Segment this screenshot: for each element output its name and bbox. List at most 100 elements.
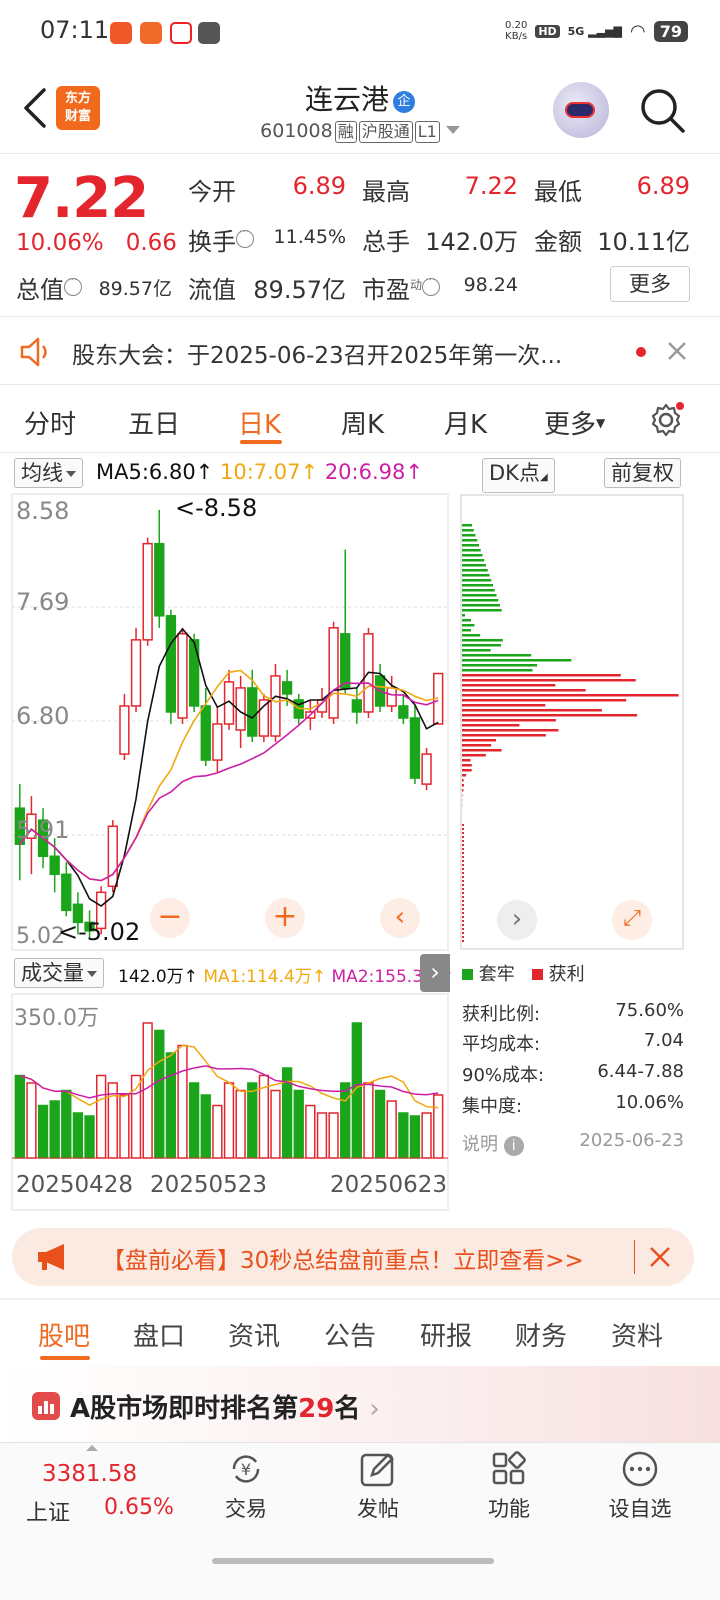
battery-icon: 79 — [653, 20, 688, 42]
chip-bar — [462, 584, 493, 587]
index-change[interactable]: 0.65% — [104, 1495, 174, 1520]
chip-bar — [462, 674, 621, 677]
ma-select[interactable]: 均线 — [14, 458, 83, 488]
scroll-right-button[interactable]: › — [497, 900, 537, 940]
tab-news[interactable]: 资讯 — [228, 1316, 280, 1353]
zoom-in-button[interactable]: + — [265, 898, 305, 938]
zoom-out-button[interactable]: − — [150, 898, 190, 938]
notice-bar[interactable]: 股东大会：于2025-06-23召开2025年第一次... — [0, 318, 720, 384]
expand-panel-icon[interactable]: › — [420, 954, 450, 992]
robot-assistant-icon[interactable] — [553, 82, 609, 138]
volume-select[interactable]: 成交量 — [14, 958, 104, 988]
yuan-cycle-icon[interactable]: ¥ — [226, 1449, 266, 1489]
more-dots-icon[interactable] — [620, 1449, 660, 1489]
candle-body — [421, 753, 432, 785]
info-icon[interactable] — [64, 273, 82, 296]
expand-up-icon[interactable] — [86, 1445, 98, 1451]
close-icon[interactable] — [666, 340, 688, 362]
chip-bar — [462, 579, 492, 582]
active-tab-indicator — [40, 1356, 90, 1360]
tab-monthly-k[interactable]: 月K — [444, 404, 487, 441]
message-notification-icon — [198, 22, 220, 44]
volume-bar — [409, 1115, 421, 1159]
chip-bar — [462, 789, 464, 792]
tab-five-day[interactable]: 五日 — [128, 404, 180, 441]
edit-icon[interactable] — [358, 1449, 398, 1489]
dk-point-button[interactable]: DK点◢ — [482, 458, 555, 493]
chip-bar — [462, 868, 464, 870]
chip-bar — [462, 639, 503, 642]
note-button[interactable]: 说明 i — [462, 1134, 524, 1156]
volume-bar — [316, 1112, 328, 1159]
volume-bar — [188, 1082, 200, 1159]
volume-bar — [72, 1112, 84, 1159]
chip-bar — [462, 684, 556, 687]
volume-bar — [61, 1089, 72, 1159]
volume-bar — [363, 1082, 374, 1159]
candle-body — [49, 855, 60, 876]
banner-text: 【盘前必看】30秒总结盘前重点！立即查看>> — [102, 1248, 584, 1274]
tab-weekly-k[interactable]: 周K — [341, 404, 384, 441]
tab-finance[interactable]: 财务 — [515, 1316, 567, 1353]
ranking-bar[interactable]: A股市场即时排名第29名 › — [0, 1366, 720, 1442]
chip-bar — [462, 609, 502, 612]
megaphone-icon — [38, 1244, 64, 1270]
index-name[interactable]: 上证 — [26, 1495, 70, 1527]
volume-bar — [37, 1104, 49, 1159]
volume-bar — [49, 1100, 60, 1159]
tab-profile[interactable]: 资料 — [611, 1316, 663, 1353]
candle-body — [130, 639, 142, 707]
change-percent: 10.06% — [16, 230, 104, 256]
candle-body — [409, 717, 421, 779]
tab-order-book[interactable]: 盘口 — [133, 1316, 185, 1353]
tab-more[interactable]: 更多▼ — [544, 404, 605, 441]
search-icon[interactable] — [638, 86, 686, 134]
stock-name: 连云港企 — [0, 78, 720, 118]
volume-bar — [177, 1044, 188, 1159]
concentration-row: 集中度: 10.06% — [462, 1092, 684, 1117]
nav-functions[interactable]: 功能 — [464, 1493, 554, 1523]
nav-post[interactable]: 发帖 — [333, 1493, 423, 1523]
chip-bar — [462, 569, 488, 572]
tab-intraday[interactable]: 分时 — [24, 404, 76, 441]
dropdown-icon[interactable] — [445, 126, 460, 134]
expand-icon[interactable]: ⤢ — [612, 900, 652, 940]
close-icon[interactable] — [648, 1245, 672, 1269]
gear-icon[interactable] — [648, 402, 684, 438]
chip-bar — [462, 936, 464, 938]
chip-bar — [462, 739, 496, 742]
chip-bar — [462, 888, 464, 890]
chip-bar — [462, 589, 495, 592]
volume-bar — [398, 1112, 409, 1159]
volume-bar — [235, 1089, 246, 1159]
index-value[interactable]: 3381.58 — [42, 1461, 137, 1487]
tab-announcements[interactable]: 公告 — [324, 1316, 376, 1353]
volume-bar — [374, 1089, 386, 1159]
more-quote-button[interactable]: 更多 — [610, 266, 690, 302]
info-icon[interactable] — [422, 273, 441, 296]
nav-add-watchlist[interactable]: 设自选 — [595, 1493, 685, 1523]
info-icon[interactable] — [236, 225, 254, 248]
y-label-3: 6.80 — [16, 702, 70, 730]
chip-bar — [462, 714, 638, 717]
tab-guba[interactable]: 股吧 — [38, 1316, 90, 1353]
candle-body — [247, 687, 258, 737]
grid-icon[interactable] — [489, 1449, 529, 1489]
chip-bar — [462, 574, 490, 577]
promo-banner[interactable]: 【盘前必看】30秒总结盘前重点！立即查看>> — [12, 1228, 694, 1286]
tab-research[interactable]: 研报 — [420, 1316, 472, 1353]
ranking-text: A股市场即时排名第29名 › — [70, 1394, 380, 1424]
chip-bar — [462, 880, 464, 882]
chip-bar — [462, 774, 467, 777]
chip-bar — [462, 896, 464, 898]
change-amount: 0.66 — [125, 230, 177, 256]
ma10-value: 10:7.07↑ — [219, 460, 319, 484]
candle-body — [61, 873, 72, 912]
chip-distribution-chart — [460, 494, 684, 950]
nav-trade[interactable]: 交易 — [201, 1493, 291, 1523]
tab-daily-k[interactable]: 日K — [238, 404, 281, 441]
chip-bar — [462, 669, 533, 672]
adjust-button[interactable]: 前复权 — [604, 458, 681, 488]
candle-body — [188, 639, 200, 707]
scroll-left-button[interactable]: ‹ — [380, 898, 420, 938]
